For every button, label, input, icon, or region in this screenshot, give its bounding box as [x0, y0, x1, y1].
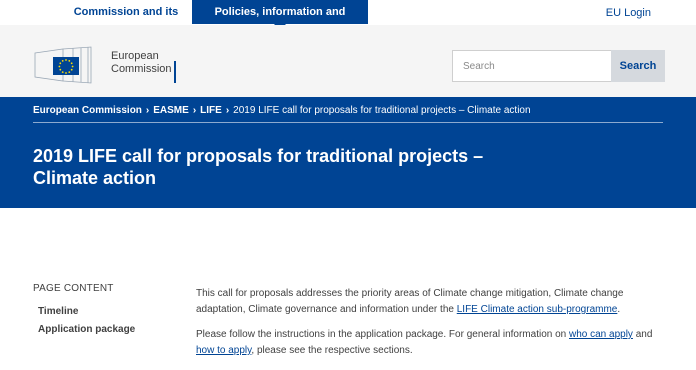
tab-commission-priorities[interactable]: Commission and its priorities	[35, 0, 200, 42]
chevron-right-icon: ›	[192, 105, 197, 116]
logo-wordmark: European Commission	[111, 50, 172, 76]
instructions-paragraph: Please follow the instructions in the ap…	[196, 327, 666, 359]
intro-paragraph: This call for proposals addresses the pr…	[196, 286, 666, 318]
life-climate-action-link[interactable]: LIFE Climate action sub-programme	[457, 304, 618, 315]
search-button[interactable]: Search	[611, 50, 665, 82]
page-title: 2019 LIFE call for proposals for traditi…	[33, 146, 484, 188]
tab-policies-information-services[interactable]: Policies, information and services	[192, 0, 368, 42]
page-content-heading: PAGE CONTENT	[33, 283, 114, 294]
chevron-right-icon: ›	[225, 105, 230, 116]
chevron-right-icon: ›	[145, 105, 150, 116]
who-can-apply-link[interactable]: who can apply	[569, 329, 633, 340]
breadcrumb-item-life[interactable]: LIFE	[200, 105, 222, 116]
breadcrumb-item-european-commission[interactable]: European Commission	[33, 105, 142, 116]
page-content-link-application-package[interactable]: Application package	[38, 324, 135, 335]
eu-login-link[interactable]: EU Login	[606, 7, 651, 19]
search-input[interactable]: Search	[452, 50, 612, 82]
page-header-banner: European Commission › EASME › LIFE › 2019 LIFE…	[0, 97, 696, 208]
intro-end: .	[617, 304, 621, 315]
instructions-end: , please see the respective sections.	[251, 345, 413, 356]
breadcrumb-item-easme[interactable]: EASME	[153, 105, 189, 116]
breadcrumb-current: 2019 LIFE call for proposals for traditi…	[233, 105, 531, 116]
how-to-apply-link[interactable]: how to apply	[196, 345, 251, 356]
logo-line-european: European	[111, 50, 159, 62]
breadcrumb-divider	[33, 122, 663, 123]
breadcrumb: European Commission › EASME › LIFE › 2019 LIFE…	[33, 105, 531, 116]
logo-divider	[174, 61, 176, 83]
top-navigation-bar: Commission and its priorities Policies, …	[0, 0, 696, 42]
instructions-text: Please follow the instructions in the ap…	[196, 329, 569, 340]
page-content-link-timeline[interactable]: Timeline	[38, 306, 78, 317]
logo-line-commission: Commission	[111, 63, 172, 75]
instructions-and: and	[632, 329, 653, 340]
